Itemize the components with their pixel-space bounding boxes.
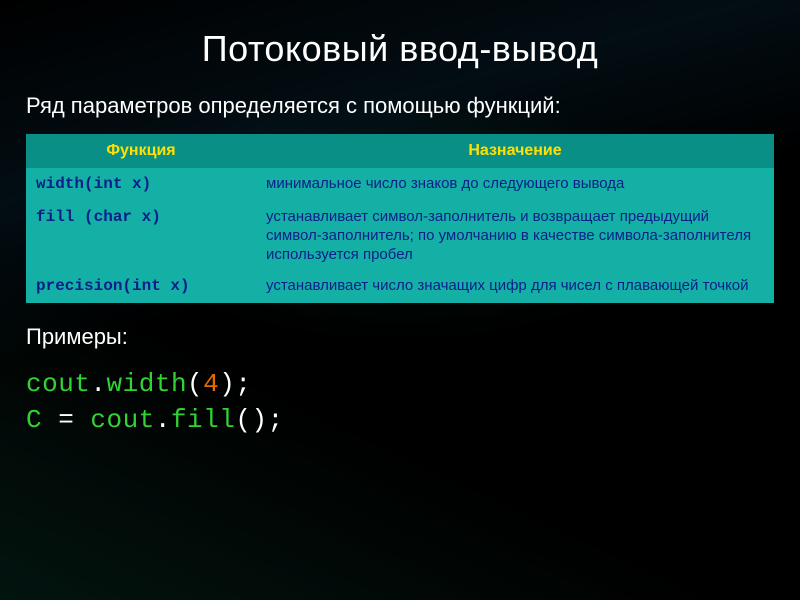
table-row: fill (char x) устанавливает символ-запол…: [26, 201, 774, 271]
table-header-row: Функция Назначение: [26, 134, 774, 168]
token-dot: .: [155, 405, 171, 435]
token-dot: .: [90, 369, 106, 399]
fn-desc: устанавливает число значащих цифр для чи…: [256, 270, 774, 302]
token-width: width: [107, 369, 188, 399]
header-function: Функция: [26, 134, 256, 168]
token-rparen-semi: );: [219, 369, 251, 399]
code-line-2: C = cout.fill();: [26, 405, 774, 435]
functions-table: Функция Назначение width(int x) минималь…: [26, 134, 774, 303]
token-fill: fill: [171, 405, 235, 435]
examples-label: Примеры:: [26, 323, 774, 351]
fn-name: width(int x): [26, 168, 256, 200]
fn-name: fill (char x): [26, 201, 256, 271]
token-lparen: (: [187, 369, 203, 399]
token-parens-semi: ();: [235, 405, 283, 435]
token-eq: =: [42, 405, 90, 435]
fn-desc: устанавливает символ-заполнитель и возвр…: [256, 201, 774, 271]
slide-title: Потоковый ввод-вывод: [0, 0, 800, 92]
token-var-c: C: [26, 405, 42, 435]
token-cout: cout: [26, 369, 90, 399]
header-purpose: Назначение: [256, 134, 774, 168]
table-row: precision(int x) устанавливает число зна…: [26, 270, 774, 302]
intro-text: Ряд параметров определяется с помощью фу…: [26, 92, 774, 120]
fn-desc: минимальное число знаков до следующего в…: [256, 168, 774, 200]
token-cout: cout: [90, 405, 154, 435]
slide-body: Ряд параметров определяется с помощью фу…: [0, 92, 800, 435]
fn-name: precision(int x): [26, 270, 256, 302]
code-line-1: cout.width(4);: [26, 369, 774, 399]
slide: Потоковый ввод-вывод Ряд параметров опре…: [0, 0, 800, 600]
token-number: 4: [203, 369, 219, 399]
table-row: width(int x) минимальное число знаков до…: [26, 168, 774, 200]
